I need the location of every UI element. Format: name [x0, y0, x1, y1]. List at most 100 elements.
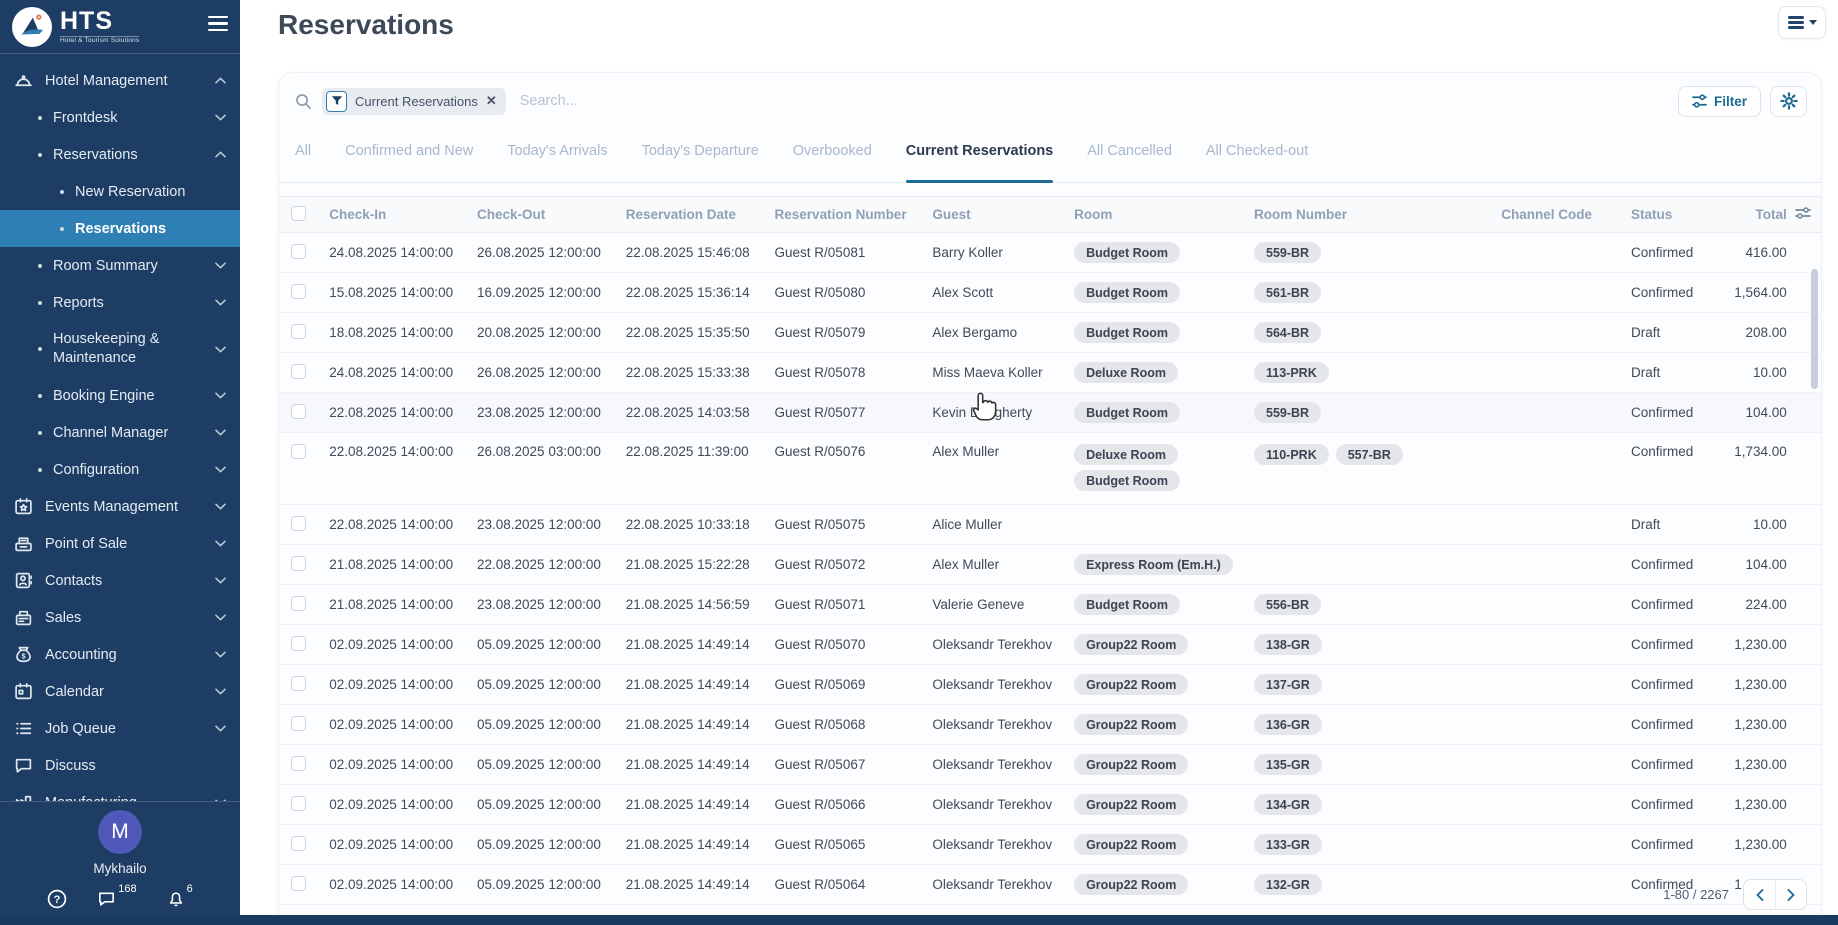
sidebar-item-contacts[interactable]: Contacts: [0, 562, 240, 599]
sidebar-item-reservations[interactable]: Reservations: [0, 136, 240, 173]
column-header-room[interactable]: Room: [1070, 197, 1250, 233]
check-in-cell: 02.09.2025 14:00:00: [325, 785, 473, 825]
layout-menu-button[interactable]: [1778, 6, 1826, 39]
tab-confirmed-and-new[interactable]: Confirmed and New: [345, 119, 473, 182]
column-settings-icon[interactable]: [1795, 206, 1811, 220]
channel-code-cell: [1497, 393, 1627, 433]
tab-all-checked-out[interactable]: All Checked-out: [1206, 119, 1308, 182]
sidebar-item-channel-manager[interactable]: Channel Manager: [0, 414, 240, 451]
filter-button[interactable]: Filter: [1678, 86, 1761, 117]
sidebar-header: HTS Hotel & Tourism Solutions: [0, 0, 240, 54]
row-checkbox[interactable]: [291, 556, 306, 571]
sidebar-item-reports[interactable]: Reports: [0, 284, 240, 321]
column-header-total[interactable]: Total: [1727, 197, 1790, 233]
sidebar-item-configuration[interactable]: Configuration: [0, 451, 240, 488]
chevron-down-icon: [215, 614, 226, 621]
reservation-row-guest-r-05076[interactable]: 22.08.2025 14:00:0026.08.2025 03:00:0022…: [279, 433, 1821, 505]
reservation-row-guest-r-05078[interactable]: 24.08.2025 14:00:0026.08.2025 12:00:0022…: [279, 353, 1821, 393]
reservation-row-guest-r-05069[interactable]: 02.09.2025 14:00:0005.09.2025 12:00:0021…: [279, 665, 1821, 705]
column-header-check-in[interactable]: Check-In: [325, 197, 473, 233]
chip-close-icon[interactable]: ✕: [486, 93, 497, 109]
tab-all-cancelled[interactable]: All Cancelled: [1087, 119, 1172, 182]
page-title: Reservations: [278, 9, 454, 41]
reservation-row-guest-r-05075[interactable]: 22.08.2025 14:00:0023.08.2025 12:00:0022…: [279, 505, 1821, 545]
select-all-checkbox[interactable]: [291, 206, 306, 221]
filter-chip-current-reservations[interactable]: Current Reservations ✕: [322, 88, 506, 115]
reservation-row-guest-r-05068[interactable]: 02.09.2025 14:00:0005.09.2025 12:00:0021…: [279, 705, 1821, 745]
row-checkbox[interactable]: [291, 364, 306, 379]
reservation-row-guest-r-05065[interactable]: 02.09.2025 14:00:0005.09.2025 12:00:0021…: [279, 825, 1821, 865]
money-bag-icon: $: [14, 645, 33, 664]
row-checkbox[interactable]: [291, 836, 306, 851]
sidebar-item-hotel-management[interactable]: Hotel Management: [0, 62, 240, 99]
sidebar-item-job-queue[interactable]: Job Queue: [0, 710, 240, 747]
reservation-row-guest-r-05071[interactable]: 21.08.2025 14:00:0023.08.2025 12:00:0021…: [279, 585, 1821, 625]
sidebar-item-room-summary[interactable]: Room Summary: [0, 247, 240, 284]
help-icon[interactable]: ?: [47, 889, 67, 909]
column-header-channel-code[interactable]: Channel Code: [1497, 197, 1627, 233]
sidebar-item-sales[interactable]: Sales: [0, 599, 240, 636]
row-checkbox[interactable]: [291, 596, 306, 611]
sidebar-item-frontdesk[interactable]: Frontdesk: [0, 99, 240, 136]
sidebar-item-new-reservation[interactable]: New Reservation: [0, 173, 240, 210]
column-header-check-out[interactable]: Check-Out: [473, 197, 622, 233]
messages-icon[interactable]: 168: [97, 889, 136, 908]
column-header-status[interactable]: Status: [1627, 197, 1728, 233]
row-checkbox[interactable]: [291, 876, 306, 891]
row-checkbox[interactable]: [291, 636, 306, 651]
row-checkbox[interactable]: [291, 324, 306, 339]
tab-current-reservations[interactable]: Current Reservations: [906, 119, 1053, 182]
reservation-row-guest-r-05081[interactable]: 24.08.2025 14:00:0026.08.2025 12:00:0022…: [279, 233, 1821, 273]
row-checkbox[interactable]: [291, 284, 306, 299]
reservation-row-guest-r-05080[interactable]: 15.08.2025 14:00:0016.09.2025 12:00:0022…: [279, 273, 1821, 313]
tab-overbooked[interactable]: Overbooked: [793, 119, 872, 182]
sidebar-item-discuss[interactable]: Discuss: [0, 747, 240, 784]
sidebar-item-manufacturing[interactable]: Manufacturing: [0, 784, 240, 801]
sidebar-item-reservations[interactable]: Reservations: [0, 210, 240, 247]
reservation-row-guest-r-05064[interactable]: 02.09.2025 14:00:0005.09.2025 12:00:0021…: [279, 865, 1821, 905]
tab-today-s-arrivals[interactable]: Today's Arrivals: [507, 119, 607, 182]
total-cell: 1,230.00: [1727, 785, 1790, 825]
avatar[interactable]: M: [98, 810, 142, 854]
row-checkbox[interactable]: [291, 796, 306, 811]
reservation-row-guest-r-05077[interactable]: 22.08.2025 14:00:0023.08.2025 12:00:0022…: [279, 393, 1821, 433]
calendar-icon: [14, 682, 33, 701]
pagination-next-button[interactable]: [1775, 880, 1806, 909]
reservation-row-guest-r-05066[interactable]: 02.09.2025 14:00:0005.09.2025 12:00:0021…: [279, 785, 1821, 825]
reservation-row-guest-r-05070[interactable]: 02.09.2025 14:00:0005.09.2025 12:00:0021…: [279, 625, 1821, 665]
reservation-row-guest-r-05072[interactable]: 21.08.2025 14:00:0022.08.2025 12:00:0021…: [279, 545, 1821, 585]
row-checkbox[interactable]: [291, 756, 306, 771]
sidebar-item-accounting[interactable]: $Accounting: [0, 636, 240, 673]
row-checkbox[interactable]: [291, 516, 306, 531]
row-checkbox[interactable]: [291, 244, 306, 259]
table-scrollbar-thumb[interactable]: [1811, 269, 1818, 389]
search-input[interactable]: [520, 93, 1678, 109]
total-cell: 1,230.00: [1727, 665, 1790, 705]
row-checkbox[interactable]: [291, 716, 306, 731]
brand-logo[interactable]: [12, 7, 52, 47]
status-cell: Confirmed: [1627, 785, 1728, 825]
reservation-row-guest-r-05079[interactable]: 18.08.2025 14:00:0020.08.2025 12:00:0022…: [279, 313, 1821, 353]
sidebar-item-point-of-sale[interactable]: Point of Sale: [0, 525, 240, 562]
row-checkbox[interactable]: [291, 444, 306, 459]
sidebar-item-housekeeping-maintenance[interactable]: Housekeeping & Maintenance: [0, 321, 240, 377]
sidebar-item-calendar[interactable]: Calendar: [0, 673, 240, 710]
column-header-room-number[interactable]: Room Number: [1250, 197, 1497, 233]
contact-card-icon: [14, 571, 33, 590]
column-header-reservation-date[interactable]: Reservation Date: [622, 197, 771, 233]
tab-all[interactable]: All: [295, 119, 311, 182]
pagination: 1-80 / 2267: [1663, 879, 1807, 910]
sidebar-toggle-hamburger-icon[interactable]: [208, 16, 228, 31]
settings-gear-button[interactable]: [1770, 86, 1807, 117]
notifications-bell-icon[interactable]: 6: [167, 889, 193, 908]
row-checkbox[interactable]: [291, 404, 306, 419]
channel-code-cell: [1497, 353, 1627, 393]
sidebar-item-events-management[interactable]: Events Management: [0, 488, 240, 525]
tab-today-s-departure[interactable]: Today's Departure: [642, 119, 759, 182]
row-checkbox[interactable]: [291, 676, 306, 691]
pagination-prev-button[interactable]: [1744, 880, 1775, 909]
column-header-guest[interactable]: Guest: [928, 197, 1070, 233]
reservation-row-guest-r-05067[interactable]: 02.09.2025 14:00:0005.09.2025 12:00:0021…: [279, 745, 1821, 785]
sidebar-item-booking-engine[interactable]: Booking Engine: [0, 377, 240, 414]
column-header-reservation-number[interactable]: Reservation Number: [771, 197, 929, 233]
